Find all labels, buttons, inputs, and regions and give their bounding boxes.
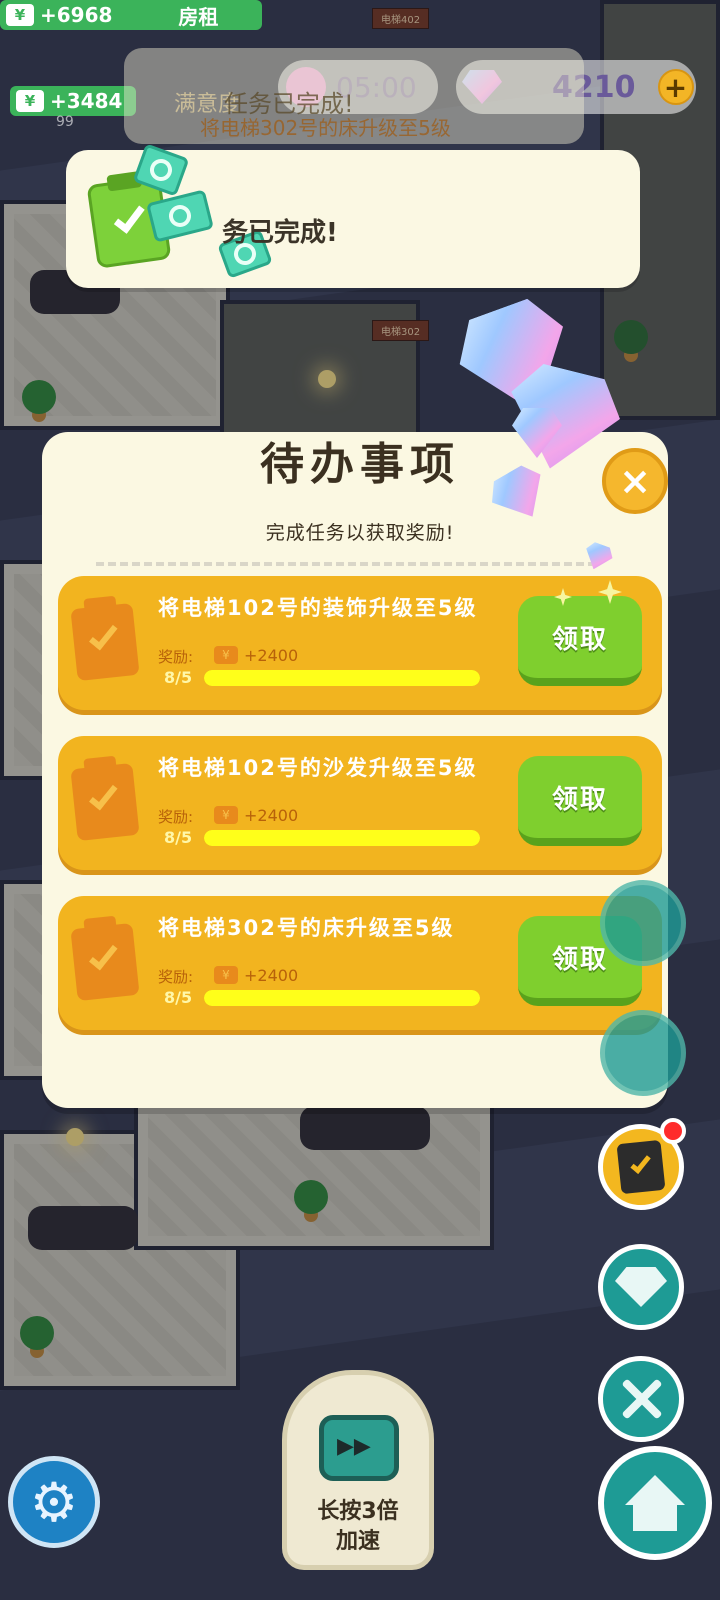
progress-fill bbox=[204, 990, 480, 1006]
yen-icon: ¥ bbox=[214, 966, 238, 984]
money-counter-top: ¥ +6968 房租 bbox=[0, 0, 262, 30]
home-button[interactable] bbox=[598, 1446, 712, 1560]
clipboard-check-icon bbox=[616, 1139, 666, 1195]
speed-up-button[interactable]: 长按3倍 加速 bbox=[282, 1370, 434, 1570]
clipboard-check-icon bbox=[70, 762, 140, 842]
task-card: 将电梯102号的沙发升级至5级 奖励: ¥ +2400 8/5 领取 bbox=[58, 736, 662, 870]
side-button-hidden[interactable] bbox=[600, 1010, 686, 1096]
toast-message: 务已完成! bbox=[222, 218, 338, 248]
yen-icon: ¥ bbox=[6, 4, 34, 26]
shop-button[interactable] bbox=[598, 1244, 684, 1330]
clipboard-check-icon bbox=[70, 922, 140, 1002]
progress-fill bbox=[204, 670, 480, 686]
divider bbox=[96, 562, 596, 566]
tv-fast-forward-icon bbox=[319, 1415, 399, 1481]
progress-text: 8/5 bbox=[164, 828, 193, 847]
money-value: +3484 bbox=[50, 89, 123, 113]
side-button-hidden[interactable] bbox=[600, 880, 686, 966]
yen-icon: ¥ bbox=[214, 646, 238, 664]
claim-button[interactable]: 领取 bbox=[518, 756, 642, 846]
reward-value: +2400 bbox=[244, 806, 299, 825]
close-button[interactable]: × bbox=[602, 448, 668, 514]
yen-icon: ¥ bbox=[214, 806, 238, 824]
money-value: +6968 bbox=[40, 3, 113, 27]
task-name: 将电梯102号的沙发升级至5级 bbox=[158, 756, 478, 780]
task-name: 将电梯302号的床升级至5级 bbox=[158, 916, 455, 940]
panel-subtitle: 完成任务以获取奖励! bbox=[265, 522, 455, 544]
gear-icon: ⚙ bbox=[29, 1470, 79, 1534]
speed-label: 长按3倍 加速 bbox=[317, 1499, 399, 1554]
task-card: 将电梯102号的装饰升级至5级 奖励: ¥ +2400 8/5 领取 bbox=[58, 576, 662, 710]
progress-fill bbox=[204, 830, 480, 846]
task-name: 将电梯102号的装饰升级至5级 bbox=[158, 596, 478, 620]
reward-label: 奖励: bbox=[158, 648, 194, 666]
progress-bar bbox=[204, 830, 480, 846]
reward-value: +2400 bbox=[244, 646, 299, 665]
add-gems-button[interactable]: + bbox=[657, 69, 694, 105]
settings-button[interactable]: ⚙ bbox=[8, 1456, 100, 1548]
reward-label: 奖励: bbox=[158, 808, 194, 826]
reward-label: 奖励: bbox=[158, 968, 194, 986]
progress-bar bbox=[204, 670, 480, 686]
notification-dot bbox=[660, 1118, 686, 1144]
task-card: 将电梯302号的床升级至5级 奖励: ¥ +2400 8/5 领取 bbox=[58, 896, 662, 1030]
yen-icon: ¥ bbox=[16, 90, 44, 112]
rent-label: 房租 bbox=[178, 4, 219, 29]
reward-value: +2400 bbox=[244, 966, 299, 985]
toast-previous-subtitle: 将电梯302号的床升级至5级 bbox=[200, 116, 451, 140]
clipboard-check-icon bbox=[70, 602, 140, 682]
house-icon bbox=[625, 1475, 685, 1531]
small-count: 99 bbox=[56, 114, 74, 130]
progress-bar bbox=[204, 990, 480, 1006]
gem-shop-icon bbox=[615, 1267, 667, 1307]
upgrade-button[interactable] bbox=[598, 1356, 684, 1442]
claim-button[interactable]: 领取 bbox=[518, 596, 642, 686]
progress-text: 8/5 bbox=[164, 988, 193, 1007]
progress-text: 8/5 bbox=[164, 668, 193, 687]
money-counter-second: ¥ +3484 bbox=[10, 86, 136, 116]
tools-icon bbox=[616, 1374, 666, 1424]
